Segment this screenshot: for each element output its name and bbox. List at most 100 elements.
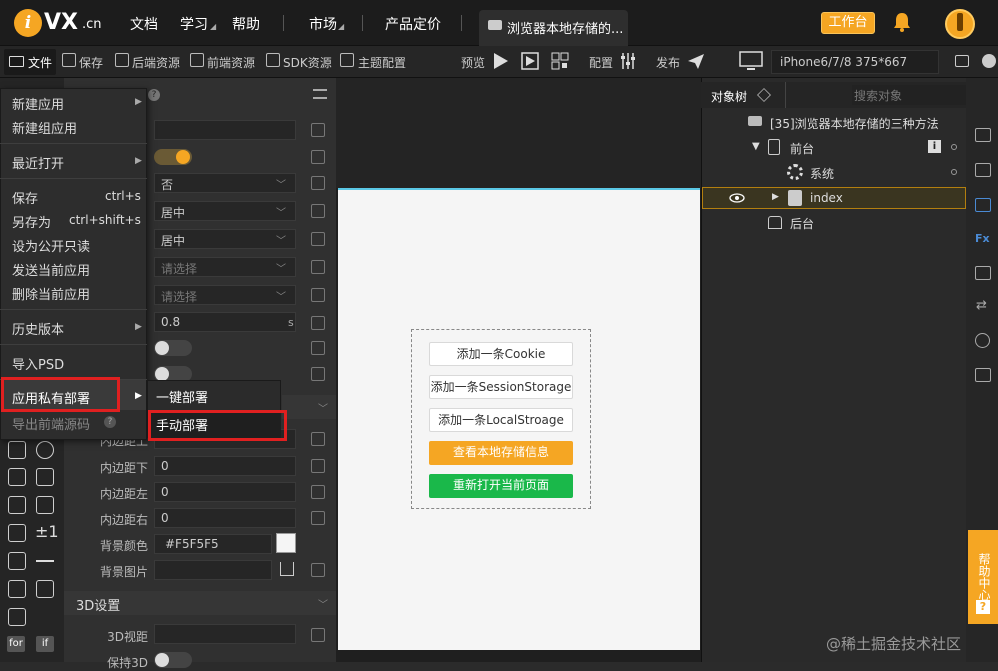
monitor-icon[interactable] — [738, 50, 764, 72]
copy-panel-icon[interactable] — [975, 266, 991, 280]
visible-toggle[interactable] — [154, 149, 192, 165]
add-sessionstorage-button[interactable]: 添加一条SessionStorage — [429, 375, 573, 399]
menu-one-click-deploy[interactable]: 一键部署 — [156, 387, 208, 406]
pen-icon[interactable] — [36, 496, 54, 514]
view-storage-button[interactable]: 查看本地存储信息 — [429, 441, 573, 465]
bg-color-field[interactable]: #F5F5F5 — [154, 534, 272, 554]
target-icon[interactable] — [975, 333, 990, 348]
reopen-page-button[interactable]: 重新打开当前页面 — [429, 474, 573, 498]
chart-icon[interactable] — [8, 608, 26, 626]
sdk-resource-button[interactable]: SDK资源 — [283, 54, 332, 71]
video-icon[interactable] — [36, 580, 54, 598]
nav-pricing[interactable]: 产品定价 — [385, 14, 441, 34]
select-placeholder-2[interactable]: 请选择 — [154, 285, 296, 305]
padding-bottom-field[interactable]: 0 — [154, 456, 296, 476]
question-icon[interactable]: ? — [976, 600, 990, 614]
css-icon[interactable] — [975, 163, 991, 177]
tree-app-node[interactable]: [35]浏览器本地存储的三种方法 — [770, 115, 939, 132]
live-icon[interactable] — [8, 580, 26, 598]
copy-icon[interactable] — [311, 176, 325, 190]
play-step-icon[interactable] — [520, 51, 540, 71]
logo-icon[interactable]: i — [14, 9, 42, 37]
align-select[interactable]: 居中 — [154, 201, 296, 221]
event-icon[interactable] — [975, 198, 991, 212]
send-icon[interactable] — [686, 51, 706, 71]
copy-icon[interactable] — [311, 459, 325, 473]
plus-minus-icon[interactable]: ±1 — [35, 522, 59, 541]
function-icon[interactable]: Fx — [975, 232, 990, 245]
menu-export-frontend[interactable]: 导出前端源码 — [12, 414, 90, 433]
caret-right-icon[interactable]: ▶ — [772, 192, 779, 202]
copy-icon[interactable] — [311, 316, 325, 330]
backend-resource-button[interactable]: 后端资源 — [132, 54, 180, 71]
keep-3d-toggle[interactable] — [154, 652, 192, 668]
question-icon[interactable]: ? — [104, 416, 116, 428]
menu-set-public[interactable]: 设为公开只读 — [12, 236, 90, 255]
publish-label[interactable]: 发布 — [656, 54, 680, 71]
duration-field[interactable]: 0.8 — [154, 312, 296, 332]
menu-history[interactable]: 历史版本 — [12, 319, 64, 338]
color-swatch[interactable] — [276, 533, 296, 553]
nav-help[interactable]: 帮助 — [232, 14, 260, 34]
nav-docs[interactable]: 文档 — [130, 14, 158, 34]
powerpoint-icon[interactable] — [8, 496, 26, 514]
json-icon[interactable] — [36, 441, 54, 459]
bell-icon[interactable] — [893, 12, 911, 32]
menu-import-psd[interactable]: 导入PSD — [12, 354, 64, 373]
menu-new-app[interactable]: 新建应用 — [12, 94, 64, 113]
copy-icon[interactable] — [311, 341, 325, 355]
copy-icon[interactable] — [311, 628, 325, 642]
object-tree-title[interactable]: 对象树 — [711, 88, 747, 105]
bg-image-field[interactable] — [154, 560, 272, 580]
copy-icon[interactable] — [311, 204, 325, 218]
config-label[interactable]: 配置 — [589, 54, 613, 71]
caret-down-icon[interactable]: ▼ — [752, 141, 760, 152]
copy-icon[interactable] — [311, 511, 325, 525]
eye-icon[interactable] — [729, 193, 745, 203]
word-icon[interactable] — [8, 468, 26, 486]
valign-select[interactable]: 居中 — [154, 229, 296, 249]
for-loop-icon[interactable]: for — [7, 636, 25, 652]
frontend-resource-button[interactable]: 前端资源 — [207, 54, 255, 71]
copy-icon[interactable] — [311, 150, 325, 164]
excel-icon[interactable] — [36, 468, 54, 486]
puzzle-icon[interactable] — [8, 524, 26, 542]
toggle-switch[interactable] — [154, 340, 192, 356]
preview-label[interactable]: 预览 — [461, 54, 485, 71]
menu-save[interactable]: 保存 — [12, 188, 38, 207]
copy-icon[interactable] — [311, 367, 325, 381]
upload-icon[interactable] — [280, 562, 294, 576]
image-icon[interactable] — [8, 441, 26, 459]
view-3d-field[interactable] — [154, 624, 296, 644]
qrcode-icon[interactable] — [550, 51, 570, 71]
copy-icon[interactable] — [311, 260, 325, 274]
tree-search-input[interactable]: 搜索对象 — [852, 85, 976, 105]
copy-icon[interactable] — [311, 123, 325, 137]
copy-icon[interactable] — [311, 485, 325, 499]
name-field[interactable] — [154, 120, 296, 140]
if-icon[interactable]: if — [36, 636, 54, 652]
screenshot-icon[interactable] — [955, 55, 969, 67]
question-icon[interactable]: ? — [148, 89, 160, 101]
divider-icon[interactable] — [36, 560, 54, 562]
menu-icon[interactable] — [313, 89, 327, 99]
copy-icon[interactable] — [311, 288, 325, 302]
file-menu-label[interactable]: 文件 — [28, 54, 52, 71]
padding-right-field[interactable]: 0 — [154, 508, 296, 528]
device-select[interactable]: iPhone6/7/8 375*667 — [771, 50, 939, 74]
info-panel-icon[interactable] — [975, 128, 991, 142]
add-localstorage-button[interactable]: 添加一条LocalStroage — [429, 408, 573, 432]
copy-icon[interactable] — [311, 432, 325, 446]
menu-new-group-app[interactable]: 新建组应用 — [12, 118, 77, 137]
add-cookie-button[interactable]: 添加一条Cookie — [429, 342, 573, 366]
tree-frontend-node[interactable]: 前台 — [790, 140, 814, 157]
copy-icon[interactable] — [311, 232, 325, 246]
menu-delete-app[interactable]: 删除当前应用 — [12, 284, 90, 303]
tree-system-node[interactable]: 系统 — [810, 165, 834, 182]
minus-circle-icon[interactable] — [982, 54, 996, 68]
nav-market[interactable]: 市场 — [309, 14, 337, 34]
menu-send-app[interactable]: 发送当前应用 — [12, 260, 90, 279]
grid-icon[interactable] — [8, 552, 26, 570]
menu-recent[interactable]: 最近打开 — [12, 153, 64, 172]
sliders-icon[interactable] — [618, 51, 638, 71]
